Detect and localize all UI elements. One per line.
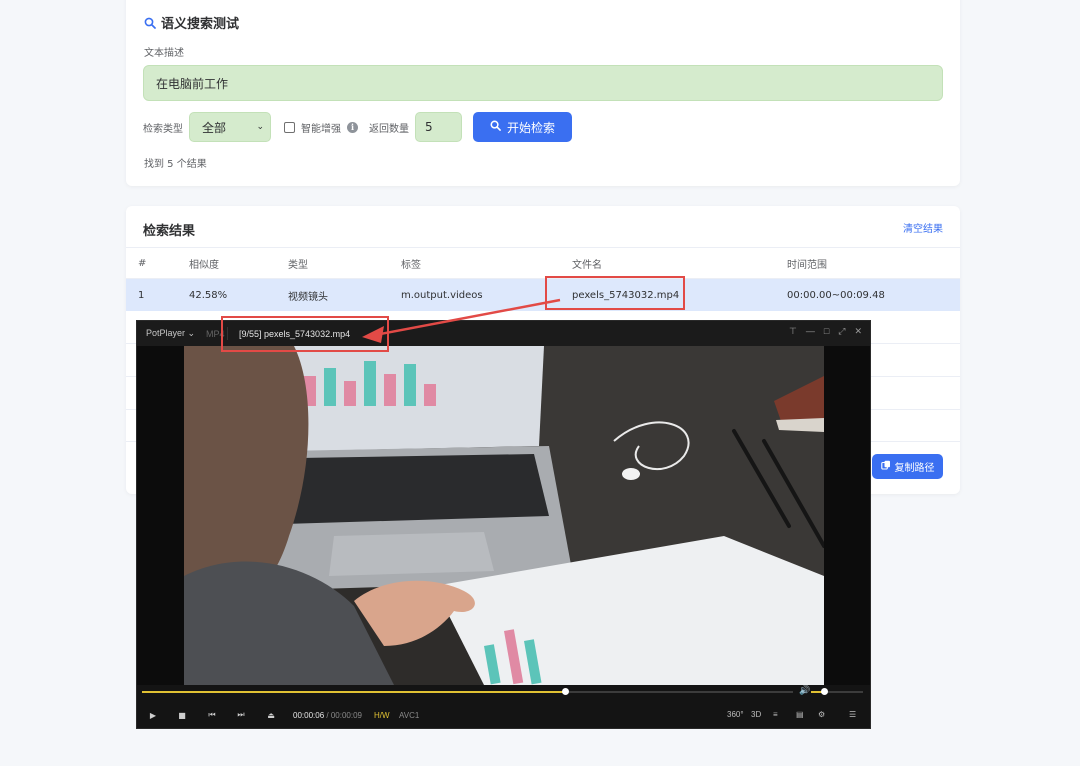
eject-icon[interactable]: ⏏ <box>263 707 279 723</box>
column-header-similarity: 相似度 <box>189 259 219 271</box>
row-type: 视频镜头 <box>288 291 328 303</box>
seek-handle[interactable] <box>562 688 570 695</box>
column-header-index: # <box>138 257 147 269</box>
row-index: 1 <box>138 289 145 301</box>
screen-bar <box>344 381 356 406</box>
smart-enhance-checkbox[interactable] <box>284 121 295 133</box>
start-search-label: 开始检索 <box>506 120 555 135</box>
page-title: 语义搜索测试 <box>161 17 240 32</box>
text-description-label: 文本描述 <box>144 48 184 59</box>
next-icon[interactable]: ⏭ <box>233 707 249 723</box>
screen-bar <box>364 361 376 406</box>
previous-icon[interactable]: ⏮ <box>204 707 220 723</box>
minimize-icon[interactable]: — <box>806 326 815 337</box>
volume-slider[interactable] <box>811 688 863 695</box>
playback-controls: ▶ ■ ⏮ ⏭ ⏏ 00:00:06 / 00:00:09 H/W AVC1 3… <box>137 705 870 725</box>
filename-highlight-box <box>545 276 685 310</box>
player-app-menu[interactable]: PotPlayer ⌄ <box>146 328 195 339</box>
3d-icon[interactable]: 3D <box>751 710 761 719</box>
chevron-down-icon: ⌄ <box>256 122 264 132</box>
search-card-title: 语义搜索测试 <box>144 13 239 32</box>
column-header-type: 类型 <box>288 259 308 271</box>
column-header-tags: 标签 <box>401 259 421 271</box>
player-title-highlight-box <box>221 316 389 352</box>
gear-icon[interactable]: ⚙ <box>818 710 825 719</box>
screen-bar <box>384 374 396 406</box>
result-summary: 找到 5 个结果 <box>144 159 207 170</box>
screen-bar <box>424 384 436 406</box>
search-icon <box>490 120 501 134</box>
start-search-button[interactable]: 开始检索 <box>473 112 572 142</box>
search-type-select[interactable]: 全部 ⌄ <box>189 112 271 142</box>
clear-results-link[interactable]: 清空结果 <box>903 220 943 235</box>
close-icon[interactable]: ✕ <box>854 326 862 337</box>
search-options-row: 检索类型 全部 ⌄ 智能增强 i 返回数量 5 开始检索 <box>143 112 572 142</box>
seek-bar-progress <box>142 691 566 693</box>
column-header-filename: 文件名 <box>572 259 602 271</box>
table-header: # 相似度 类型 标签 文件名 时间范围 <box>126 247 960 279</box>
pin-icon[interactable]: ⊤ <box>789 326 797 337</box>
info-icon[interactable]: i <box>347 121 358 133</box>
volume-icon[interactable]: 🔊 <box>799 686 810 696</box>
playback-time: 00:00:06 / 00:00:09 <box>293 711 362 720</box>
window-controls: ⊤ — □ ⤢ ✕ <box>789 326 862 337</box>
copy-path-button[interactable]: 复制路径 <box>872 454 943 479</box>
fullscreen-icon[interactable]: ⤢ <box>838 326 845 337</box>
screen-bar <box>324 368 336 406</box>
table-row[interactable]: 1 42.58% 视频镜头 m.output.videos pexels_574… <box>126 279 960 311</box>
screen-bar <box>404 364 416 406</box>
menu-icon[interactable]: ☰ <box>849 710 856 719</box>
seek-bar[interactable] <box>142 688 793 695</box>
copy-icon <box>880 460 891 473</box>
search-icon <box>144 17 156 29</box>
text-description-input[interactable]: 在电脑前工作 <box>143 65 943 101</box>
results-title: 检索结果 <box>143 224 196 239</box>
smart-enhance-label: 智能增强 <box>301 123 341 135</box>
column-header-time-range: 时间范围 <box>787 259 827 271</box>
copy-path-label: 复制路径 <box>894 463 935 474</box>
video-scene-image <box>184 346 824 685</box>
codec-badge[interactable]: AVC1 <box>399 711 419 720</box>
search-card: 语义搜索测试 文本描述 在电脑前工作 检索类型 全部 ⌄ 智能增强 i 返回数量… <box>126 0 960 186</box>
return-count-input[interactable]: 5 <box>415 112 462 142</box>
vr-360-icon[interactable]: 360° <box>727 710 744 719</box>
row-time-range: 00:00.00~00:09.48 <box>787 289 885 301</box>
playlist-icon[interactable]: ≡ <box>773 710 778 719</box>
stop-icon[interactable]: ■ <box>174 707 190 723</box>
player-control-bar: 🔊 ▶ ■ ⏮ ⏭ ⏏ 00:00:06 / 00:00:09 H/W AVC1… <box>137 685 870 728</box>
subtitle-icon[interactable]: ▤ <box>796 710 804 719</box>
maximize-icon[interactable]: □ <box>824 326 829 337</box>
search-type-label: 检索类型 <box>143 123 183 135</box>
row-similarity: 42.58% <box>189 289 228 301</box>
hw-decode-badge[interactable]: H/W <box>374 711 390 720</box>
return-count-label: 返回数量 <box>369 123 409 135</box>
play-icon[interactable]: ▶ <box>145 707 161 723</box>
search-type-value: 全部 <box>202 120 227 135</box>
row-tags: m.output.videos <box>401 289 483 301</box>
volume-handle[interactable] <box>821 688 828 695</box>
video-frame[interactable] <box>184 346 824 685</box>
video-player-window: PotPlayer ⌄ MP4 [9/55] pexels_5743032.mp… <box>136 320 871 729</box>
